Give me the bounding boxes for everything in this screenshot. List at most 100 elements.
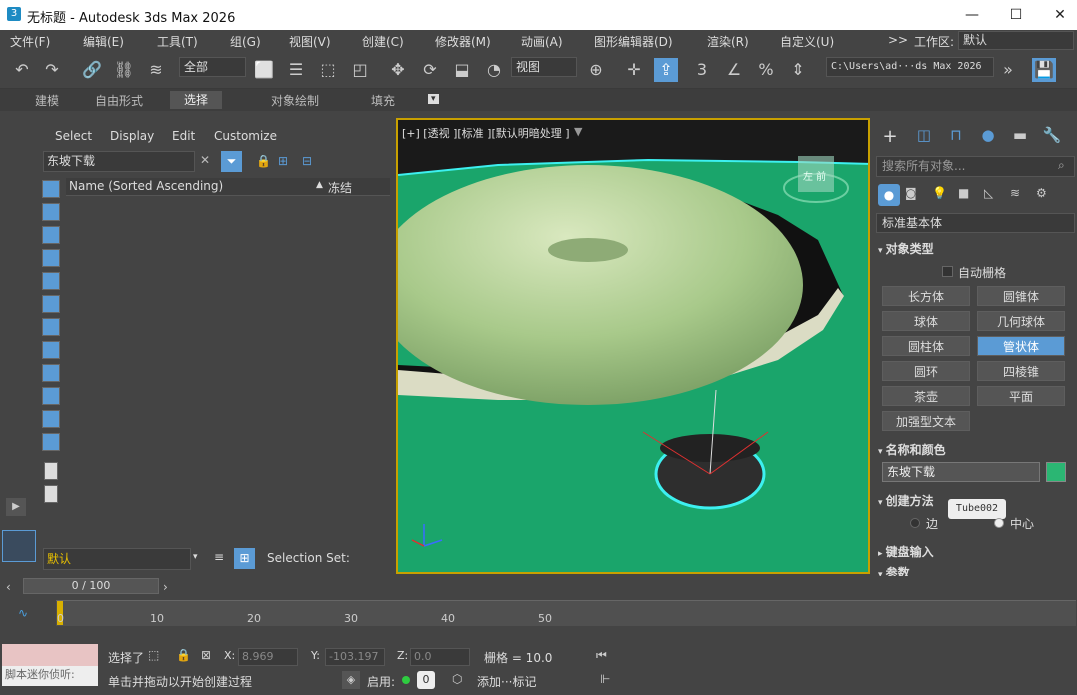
- menu-graph-editors[interactable]: 图形编辑器(D): [594, 33, 673, 50]
- filter-helpers-icon[interactable]: [42, 272, 60, 290]
- workspace-select[interactable]: 默认: [958, 31, 1074, 50]
- menu-modifiers[interactable]: 修改器(M): [435, 33, 491, 50]
- radio-edge[interactable]: [910, 518, 920, 528]
- percent-snap-icon[interactable]: %: [754, 58, 778, 82]
- link-icon[interactable]: 🔗: [80, 58, 104, 82]
- helpers-icon[interactable]: ◺: [984, 186, 993, 200]
- perspective-viewport[interactable]: 左 前 [+] [透视 ][标准 ][默认明暗处理 ] ▼: [396, 118, 870, 574]
- tab-modeling[interactable]: 建模: [35, 92, 59, 109]
- selection-filter-dropdown[interactable]: 全部: [179, 57, 246, 77]
- spinner-snap-icon[interactable]: ⇕: [786, 58, 810, 82]
- maxscript-listener-input[interactable]: 脚本迷你侦听:: [2, 666, 98, 686]
- filter-geometry-icon[interactable]: [42, 180, 60, 198]
- filter-spacewarps-icon[interactable]: [42, 295, 60, 313]
- textplus-button[interactable]: 加强型文本: [882, 411, 970, 431]
- display-all-icon[interactable]: [44, 462, 58, 480]
- viewport-layout-icon[interactable]: [2, 530, 36, 562]
- track-bar[interactable]: [56, 600, 1076, 626]
- geometry-icon[interactable]: ●: [878, 184, 900, 206]
- systems-icon[interactable]: ⚙: [1036, 186, 1047, 200]
- select-object-icon[interactable]: ⬜: [252, 58, 276, 82]
- layer-dropdown-arrow-icon[interactable]: ▾: [193, 552, 198, 562]
- layer-sort-icon[interactable]: ⊟: [302, 154, 312, 168]
- pyramid-button[interactable]: 四棱锥: [977, 361, 1065, 381]
- object-type-rollout-header[interactable]: ▾ 对象类型: [878, 240, 1072, 258]
- filter-cameras-icon[interactable]: [42, 249, 60, 267]
- keyboard-shortcut-override-icon[interactable]: ⇪: [654, 58, 678, 82]
- shapes-icon[interactable]: ◙: [905, 186, 917, 200]
- redo-icon[interactable]: ↷: [40, 58, 64, 82]
- ref-coord-dropdown[interactable]: 视图: [511, 57, 577, 77]
- goto-start-icon[interactable]: ⏮: [596, 648, 607, 663]
- sphere-button[interactable]: 球体: [882, 311, 970, 331]
- geosphere-button[interactable]: 几何球体: [977, 311, 1065, 331]
- filter-groups-icon[interactable]: [42, 318, 60, 336]
- filter-bones-icon[interactable]: [42, 364, 60, 382]
- object-name-input[interactable]: 东坡下载: [882, 462, 1040, 482]
- name-color-rollout-header[interactable]: ▾ 名称和颜色: [878, 441, 1072, 459]
- select-by-name-icon[interactable]: ☰: [284, 58, 308, 82]
- project-path-dropdown[interactable]: C:\Users\ad···ds Max 2026: [826, 57, 994, 77]
- command-search-input[interactable]: 搜索所有对象...: [876, 156, 1075, 177]
- scene-menu-edit[interactable]: Edit: [172, 129, 195, 143]
- keyboard-entry-rollout-header[interactable]: ▸ 键盘输入: [878, 543, 1072, 561]
- tab-object-paint[interactable]: 对象绘制: [271, 92, 319, 109]
- filter-icon[interactable]: ⏷: [221, 151, 242, 172]
- undo-icon[interactable]: ↶: [10, 58, 34, 82]
- menu-animation[interactable]: 动画(A): [521, 33, 563, 50]
- filter-frozen-icon[interactable]: [42, 410, 60, 428]
- rotate-icon[interactable]: ⟳: [418, 58, 442, 82]
- col-name[interactable]: Name (Sorted Ascending): [69, 179, 223, 193]
- filter-lights-icon[interactable]: [42, 226, 60, 244]
- scene-search-input[interactable]: 东坡下载: [43, 151, 195, 172]
- scale-icon[interactable]: ⬓: [450, 58, 474, 82]
- cylinder-button[interactable]: 圆柱体: [882, 336, 970, 356]
- menu-rendering[interactable]: 渲染(R): [707, 33, 749, 50]
- scene-menu-display[interactable]: Display: [110, 129, 154, 143]
- snaps-toggle-icon[interactable]: 3: [690, 58, 714, 82]
- display-none-icon[interactable]: [44, 485, 58, 503]
- filter-hidden-icon[interactable]: [42, 433, 60, 451]
- z-coordinate[interactable]: 0.0: [410, 648, 470, 666]
- object-color-swatch[interactable]: [1046, 462, 1066, 482]
- display-tab-icon[interactable]: ▬: [1008, 126, 1032, 148]
- adaptive-degradation-icon[interactable]: ◈: [342, 671, 360, 689]
- move-icon[interactable]: ✥: [386, 58, 410, 82]
- y-coordinate[interactable]: -103.197: [325, 648, 385, 666]
- utilities-tab-icon[interactable]: 🔧: [1040, 126, 1064, 148]
- create-tab-icon[interactable]: +: [878, 126, 902, 148]
- category-dropdown[interactable]: 标准基本体: [876, 213, 1075, 233]
- add-time-tag-icon[interactable]: ⬡: [452, 672, 462, 686]
- minimize-button[interactable]: —: [962, 5, 982, 25]
- rect-selection-icon[interactable]: ⬚: [316, 58, 340, 82]
- curve-editor-icon[interactable]: ∿: [18, 606, 28, 620]
- tab-freeform[interactable]: 自由形式: [95, 92, 143, 109]
- hierarchy-icon[interactable]: ⊞: [278, 154, 288, 168]
- spacewarps-icon[interactable]: ≋: [1010, 186, 1020, 200]
- expand-arrow-icon[interactable]: ▶: [6, 498, 26, 516]
- lock-icon[interactable]: 🔒: [256, 154, 271, 168]
- add-time-tag-label[interactable]: 添加···标记: [477, 673, 536, 690]
- scene-menu-select[interactable]: Select: [55, 129, 92, 143]
- time-next-icon[interactable]: ›: [163, 580, 168, 594]
- selection-lock-icon[interactable]: 🔒: [176, 648, 191, 662]
- ribbon-toggle-icon[interactable]: ▾: [428, 94, 439, 104]
- layer-dropdown[interactable]: 默认: [43, 548, 191, 570]
- lights-icon[interactable]: 💡: [932, 186, 947, 200]
- tube-button[interactable]: 管状体: [977, 336, 1065, 356]
- viewport-label[interactable]: [+] [透视 ][标准 ][默认明暗处理 ]: [402, 125, 570, 141]
- absolute-mode-icon[interactable]: ⊠: [201, 648, 211, 662]
- save-icon[interactable]: 💾: [1032, 58, 1056, 82]
- layers-icon[interactable]: ≡: [214, 550, 224, 564]
- workspace-more[interactable]: >>: [888, 33, 908, 47]
- toolbar-more-icon[interactable]: »: [996, 58, 1020, 82]
- menu-customize[interactable]: 自定义(U): [780, 33, 834, 50]
- teapot-button[interactable]: 茶壶: [882, 386, 970, 406]
- tab-selection[interactable]: 选择: [170, 91, 223, 109]
- filter-xrefs-icon[interactable]: [42, 341, 60, 359]
- plane-button[interactable]: 平面: [977, 386, 1065, 406]
- motion-tab-icon[interactable]: ●: [976, 126, 1000, 148]
- x-coordinate[interactable]: 8.969: [238, 648, 298, 666]
- isolate-selection-icon[interactable]: ⬚: [148, 648, 159, 662]
- scene-menu-customize[interactable]: Customize: [214, 129, 277, 143]
